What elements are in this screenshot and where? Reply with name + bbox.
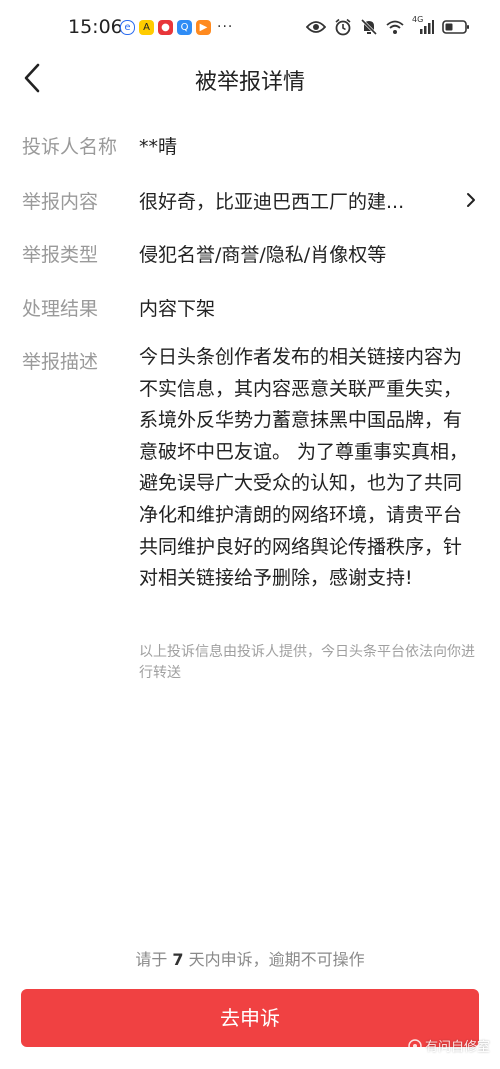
report-type-value: 侵犯名誉/商誉/隐私/肖像权等 [139,244,387,266]
notification-icons: e A ● Q ▶ ··· [120,19,233,35]
wifi-icon [386,20,404,34]
battery-icon [442,20,469,34]
watermark-text: 有问自修室 [424,1040,490,1055]
result-value: 内容下架 [139,298,216,320]
description-text: 今日头条创作者发布的相关链接内容为不实信息，其内容恶意关联严重失实，系境外反华势… [139,346,469,590]
complainant-value: **晴 [139,136,178,158]
alarm-icon [335,18,351,36]
report-content-label: 举报内容 [22,191,99,213]
report-content-row[interactable]: 举报内容 很好奇，比亚迪巴西工厂的建... [0,187,500,217]
report-type-label: 举报类型 [22,244,99,266]
eye-icon [306,21,326,33]
app-a-icon: A [139,19,154,35]
page-title: 被举报详情 [194,70,305,95]
mute-bell-icon [360,18,378,36]
status-time: 15:06 [68,16,123,38]
appeal-hint-suffix: 天内申诉，逾期不可操作 [188,950,365,969]
system-status-icons: 4G [306,15,470,36]
watermark-logo-icon [408,1038,422,1053]
appeal-hint-prefix: 请于 [135,950,168,969]
description-label: 举报描述 [22,351,99,373]
browser-app-icon: e [120,19,135,35]
appeal-hint-days: 7 [172,950,184,969]
more-notifications-icon: ··· [217,19,234,35]
description-disclaimer: 以上投诉信息由投诉人提供，今日头条平台依法向你进行转送 [139,644,475,681]
watermark: 有问自修室 [408,1036,490,1055]
red-app-icon: ● [158,19,173,35]
search-app-icon: Q [177,19,192,35]
play-app-icon: ▶ [196,19,211,35]
nav-header: 被举报详情 [0,56,500,102]
status-bar: 15:06 e A ● Q ▶ ··· 4G [0,0,500,56]
cellular-icon: 4G [412,15,434,35]
complainant-label: 投诉人名称 [22,136,118,158]
appeal-deadline-hint: 请于 7 天内申诉，逾期不可操作 [0,946,500,970]
result-label: 处理结果 [22,298,99,320]
report-content-value[interactable]: 很好奇，比亚迪巴西工厂的建... [139,187,404,214]
chevron-right-icon[interactable] [464,190,478,210]
